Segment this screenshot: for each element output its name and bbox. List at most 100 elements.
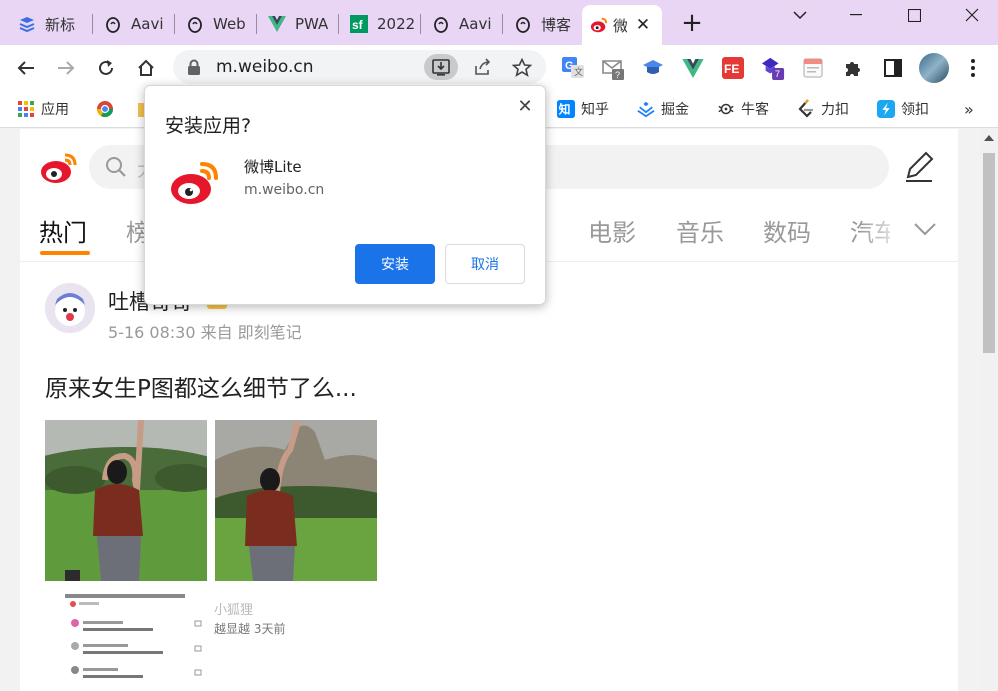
post-text[interactable]: 原来女生P图都这么细节了么... <box>45 369 357 403</box>
bookmark-chrome[interactable] <box>96 99 120 119</box>
tab-3[interactable]: Web <box>176 8 256 40</box>
home-button[interactable] <box>131 53 161 83</box>
fe-helper-icon[interactable]: FE <box>721 56 745 80</box>
page-scrollbar[interactable] <box>980 129 998 691</box>
tab-4[interactable]: PWA <box>258 8 338 40</box>
cancel-button[interactable]: 取消 <box>445 244 525 284</box>
maximize-button[interactable] <box>884 0 944 30</box>
weibo-logo-icon <box>590 16 608 34</box>
minimize-button[interactable] <box>826 0 886 30</box>
category-tab-movies[interactable]: 电影 <box>588 213 636 248</box>
bookmark-label: 力扣 <box>821 102 849 118</box>
svg-text:文: 文 <box>574 66 583 78</box>
tab-egg-icon <box>514 15 532 33</box>
notes-extension-icon[interactable] <box>801 56 825 80</box>
tab-6[interactable]: Aavi <box>422 8 502 40</box>
search-icon <box>105 156 127 182</box>
tab-title: PWA <box>295 15 329 33</box>
bookmark-nowcoder[interactable]: 牛客 <box>717 99 769 119</box>
scroll-up-arrow-icon[interactable] <box>984 135 994 141</box>
close-window-button[interactable] <box>942 0 998 30</box>
extension-badge: 7 <box>775 69 780 79</box>
dialog-close-icon[interactable]: ✕ <box>513 95 537 119</box>
badge-extension-icon[interactable]: 7 <box>761 56 785 80</box>
bookmark-zhihu[interactable]: 知 知乎 <box>557 99 609 119</box>
tab-title: 微 <box>613 16 627 35</box>
tab-5[interactable]: sf 2022 <box>340 8 420 40</box>
tab-2[interactable]: Aavi <box>94 8 174 40</box>
weibo-logo-icon[interactable] <box>39 151 79 189</box>
apps-grid-icon <box>17 100 35 118</box>
expand-categories-chevron-icon[interactable] <box>913 221 937 240</box>
tab-title: 新标 <box>45 15 76 34</box>
forward-button[interactable] <box>51 53 81 83</box>
avatar[interactable] <box>45 283 95 333</box>
more-menu-icon[interactable] <box>961 56 985 80</box>
new-tab-button[interactable]: + <box>679 9 705 37</box>
tab-7[interactable]: 博客 <box>504 8 580 40</box>
tab-title: Aavi <box>459 15 492 33</box>
lock-icon[interactable] <box>187 59 201 79</box>
dialog-title: 安装应用? <box>165 115 252 137</box>
tab-8-active[interactable]: 微 ✕ <box>582 5 662 45</box>
tab-close-icon[interactable]: ✕ <box>633 15 653 35</box>
sidebar-toggle-icon[interactable] <box>881 56 905 80</box>
bookmark-label: 牛客 <box>741 102 769 118</box>
profile-avatar[interactable] <box>919 53 949 83</box>
share-icon[interactable] <box>466 54 500 80</box>
tab-egg-icon <box>186 15 204 33</box>
tab-title: 博客 <box>541 15 572 34</box>
tab-title: 2022 <box>377 15 416 33</box>
bookmark-apps[interactable]: 应用 <box>17 99 69 119</box>
address-bar[interactable]: m.weibo.cn <box>173 50 546 84</box>
tab-1[interactable]: 新标 <box>8 8 90 40</box>
bookmark-label: 应用 <box>41 102 69 118</box>
puzzle-extensions-icon[interactable] <box>841 56 865 80</box>
install-app-dialog: 安装应用? ✕ 微博Lite m.weibo.cn 安装 取消 <box>144 85 546 305</box>
dialog-app-name: 微博Lite <box>244 158 302 176</box>
bookmark-lingkou[interactable]: 领扣 <box>877 99 929 119</box>
category-tab-music[interactable]: 音乐 <box>676 213 724 248</box>
post-image-1[interactable] <box>45 420 207 581</box>
gmail-checker-icon[interactable]: ? <box>601 56 625 80</box>
reload-button[interactable] <box>91 53 121 83</box>
svg-text:知: 知 <box>558 103 571 117</box>
tab-search-chevron-icon[interactable] <box>770 0 830 30</box>
bookmark-label: 掘金 <box>661 102 689 118</box>
tab-vue-icon <box>268 15 286 33</box>
graduation-cap-icon[interactable] <box>641 56 665 80</box>
install-app-icon[interactable] <box>424 54 458 80</box>
bookmarks-overflow-button[interactable]: » <box>964 99 974 119</box>
tab-sf-icon: sf <box>350 15 368 33</box>
lingkou-icon <box>877 100 895 118</box>
image-caption-sub: 越显越 3天前 <box>214 622 286 636</box>
active-tab-indicator <box>40 251 90 255</box>
bookmark-star-icon[interactable] <box>505 54 539 80</box>
image-caption-name: 小狐狸 <box>214 603 254 618</box>
post-image-3[interactable] <box>45 586 210 691</box>
url-text[interactable]: m.weibo.cn <box>216 57 313 77</box>
juejin-icon <box>637 100 655 118</box>
leetcode-icon <box>797 99 815 118</box>
svg-text:FE: FE <box>724 62 739 76</box>
scrollbar-thumb[interactable] <box>983 153 995 353</box>
google-translate-icon[interactable]: G文 <box>561 56 585 80</box>
bookmark-label: 知乎 <box>581 102 609 118</box>
nowcoder-icon <box>717 100 735 118</box>
tab-title: Aavi <box>131 15 164 33</box>
bookmark-leetcode[interactable]: 力扣 <box>797 99 849 119</box>
browser-tab-strip: 新标 Aavi Web PWA sf 2022 Aavi 博客 微 ✕ + <box>0 0 998 45</box>
post-image-2[interactable] <box>215 420 377 581</box>
bookmark-juejin[interactable]: 掘金 <box>637 99 689 119</box>
vue-devtools-icon[interactable] <box>681 56 705 80</box>
install-button[interactable]: 安装 <box>355 244 435 284</box>
zhihu-icon: 知 <box>557 100 575 118</box>
category-tab-digital[interactable]: 数码 <box>763 213 811 248</box>
post-meta: 5-16 08:30 来自 即刻笔记 <box>108 323 302 342</box>
tab-egg-icon <box>104 15 122 33</box>
weibo-app-logo-icon <box>169 158 221 210</box>
back-button[interactable] <box>11 53 41 83</box>
category-tab-hot[interactable]: 热门 <box>39 213 87 248</box>
compose-edit-icon[interactable] <box>902 149 936 187</box>
bookmark-label: 领扣 <box>901 102 929 118</box>
